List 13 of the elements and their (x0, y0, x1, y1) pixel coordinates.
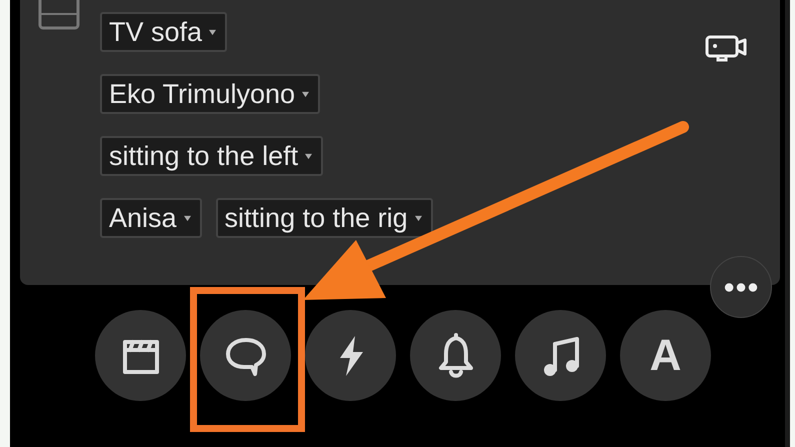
dropdown[interactable]: TV sofa (100, 12, 228, 52)
ellipsis-icon (724, 282, 758, 292)
dropdown[interactable]: Eko Trimulyono (100, 74, 320, 114)
dropdown[interactable]: sitting to the left (100, 136, 324, 176)
caret-icon (208, 28, 218, 36)
caret-icon (301, 90, 310, 98)
text-tool-button[interactable]: A (620, 310, 711, 401)
caret-icon (414, 214, 423, 222)
dropdown[interactable]: Anisa (100, 198, 202, 238)
video-camera-icon[interactable] (705, 34, 747, 64)
caret-icon (304, 152, 314, 160)
caret-icon (182, 214, 192, 222)
dropdown[interactable]: sitting to the rig (216, 198, 433, 238)
